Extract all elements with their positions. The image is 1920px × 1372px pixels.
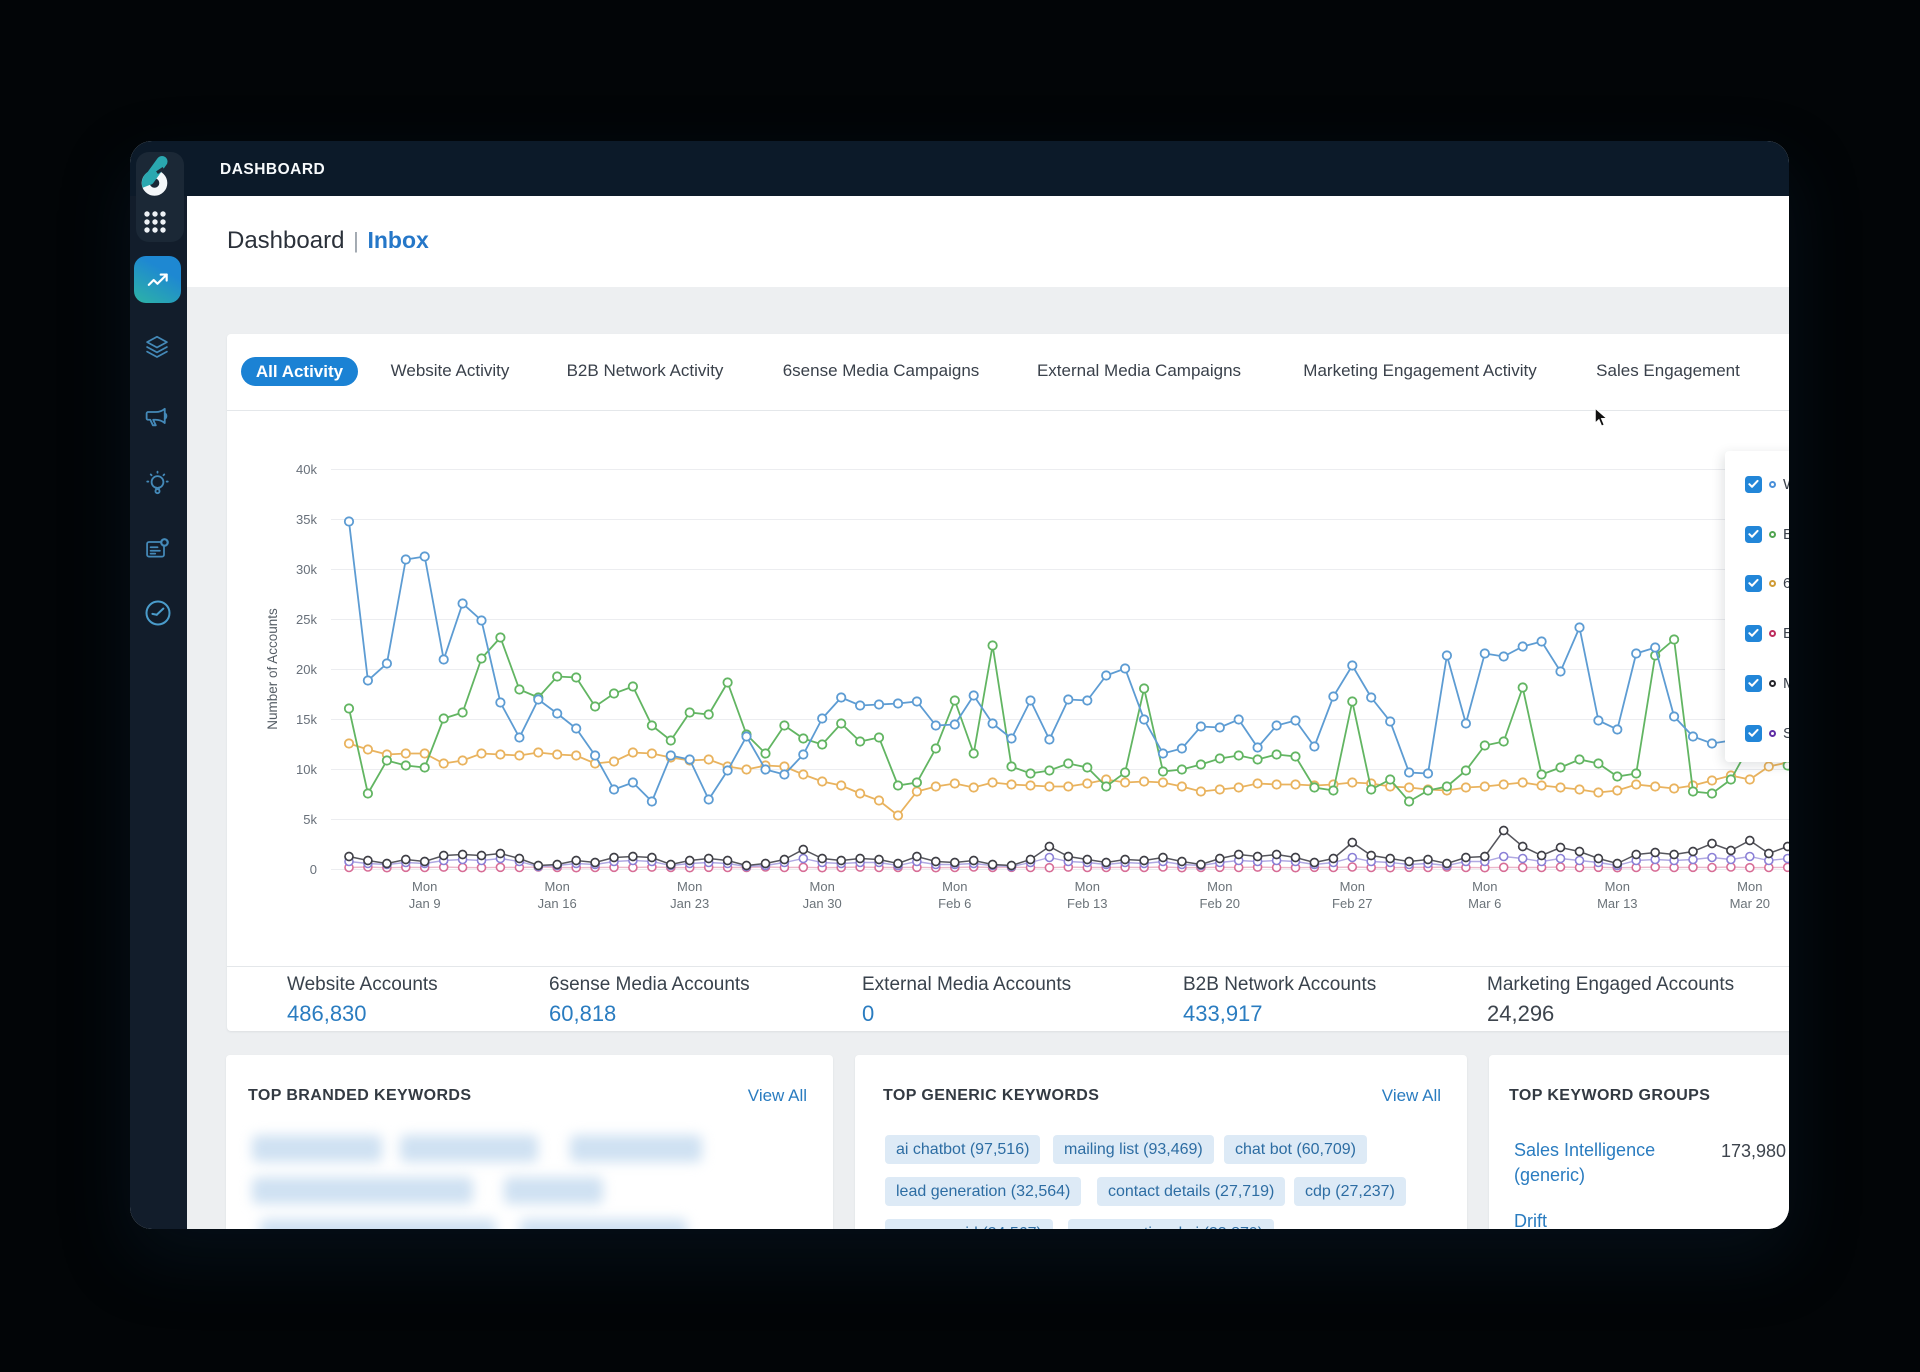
svg-text:Jan 23: Jan 23 — [670, 896, 709, 911]
svg-text:0: 0 — [310, 862, 317, 877]
svg-text:Jan 30: Jan 30 — [803, 896, 842, 911]
svg-text:Mon: Mon — [412, 879, 437, 894]
svg-text:Mon: Mon — [1472, 879, 1497, 894]
svg-text:15k: 15k — [296, 712, 317, 727]
svg-text:40k: 40k — [296, 462, 317, 477]
svg-text:Feb 13: Feb 13 — [1067, 896, 1107, 911]
svg-text:Mon: Mon — [1605, 879, 1630, 894]
svg-text:Mon: Mon — [810, 879, 835, 894]
svg-text:Mon: Mon — [545, 879, 570, 894]
svg-text:Mon: Mon — [1737, 879, 1762, 894]
svg-text:Mon: Mon — [942, 879, 967, 894]
svg-text:20k: 20k — [296, 662, 317, 677]
svg-text:Number of Accounts: Number of Accounts — [265, 608, 280, 730]
svg-text:Mon: Mon — [1207, 879, 1232, 894]
svg-text:Feb 20: Feb 20 — [1200, 896, 1240, 911]
svg-text:Mon: Mon — [1075, 879, 1100, 894]
svg-text:Feb 27: Feb 27 — [1332, 896, 1372, 911]
svg-text:35k: 35k — [296, 512, 317, 527]
svg-text:Mar 6: Mar 6 — [1468, 896, 1501, 911]
svg-text:Mon: Mon — [1340, 879, 1365, 894]
svg-text:Jan 9: Jan 9 — [409, 896, 441, 911]
svg-text:10k: 10k — [296, 762, 317, 777]
svg-text:Feb 6: Feb 6 — [938, 896, 971, 911]
svg-text:5k: 5k — [303, 812, 317, 827]
svg-text:30k: 30k — [296, 562, 317, 577]
svg-text:Jan 16: Jan 16 — [538, 896, 577, 911]
svg-text:25k: 25k — [296, 612, 317, 627]
svg-text:Mon: Mon — [677, 879, 702, 894]
svg-text:Mar 13: Mar 13 — [1597, 896, 1637, 911]
svg-text:Mar 20: Mar 20 — [1730, 896, 1770, 911]
